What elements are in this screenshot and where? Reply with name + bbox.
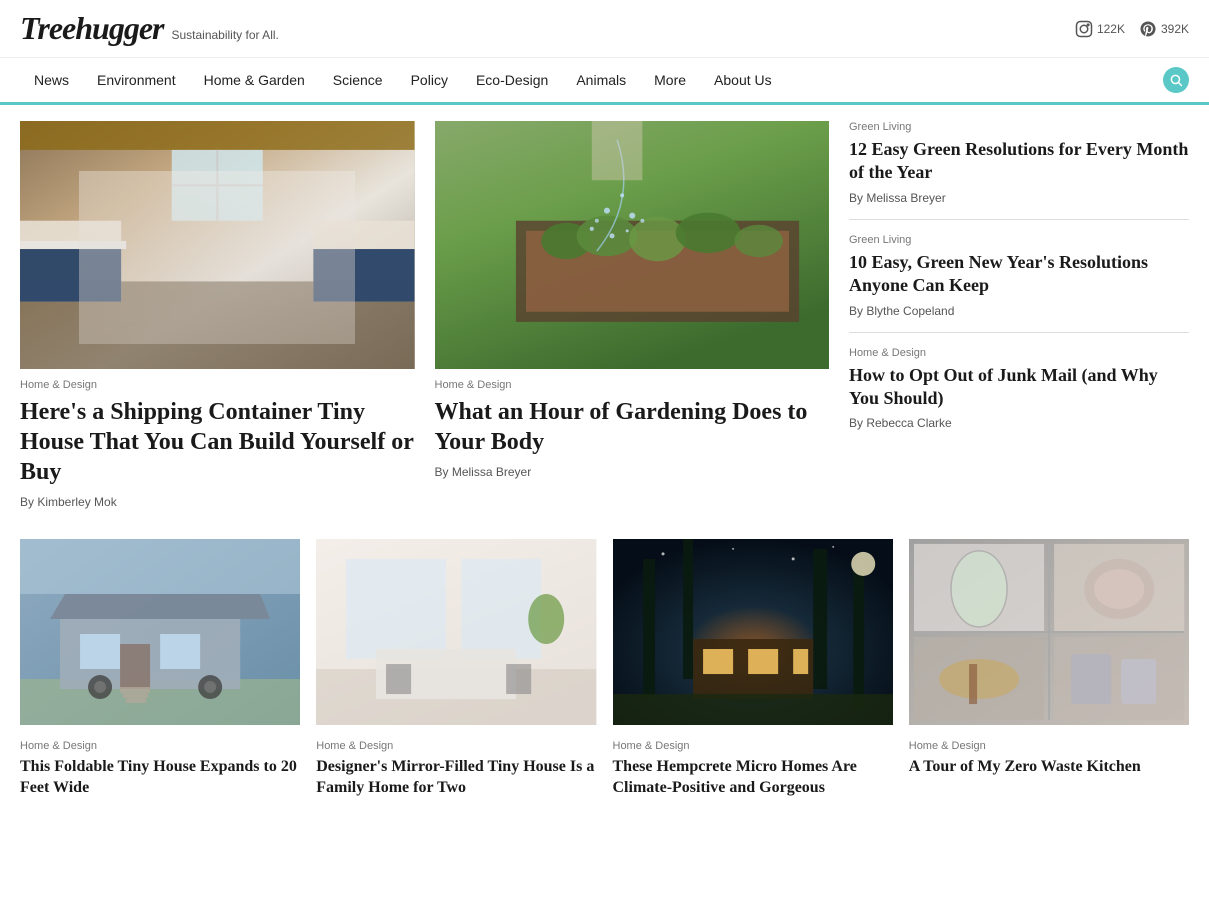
instagram-link[interactable]: 122K [1075,20,1125,38]
bottom-card-0: Home & Design This Foldable Tiny House E… [20,539,300,799]
instagram-count: 122K [1097,22,1125,36]
nav-policy[interactable]: Policy [397,58,462,102]
featured-article-center: Home & Design What an Hour of Gardening … [435,121,830,509]
featured-center-title[interactable]: What an Hour of Gardening Does to Your B… [435,397,830,457]
instagram-icon [1075,20,1093,38]
pinterest-icon [1139,20,1157,38]
nav-search-area [1163,67,1189,93]
featured-left-author: By Kimberley Mok [20,495,415,509]
bottom-card-3-title[interactable]: A Tour of My Zero Waste Kitchen [909,757,1189,778]
bottom-card-0-title[interactable]: This Foldable Tiny House Expands to 20 F… [20,757,300,799]
bottom-card-3: Home & Design A Tour of My Zero Waste Ki… [909,539,1189,799]
sidebar-0-author: By Melissa Breyer [849,191,1189,205]
bottom-card-2-category: Home & Design [613,740,893,752]
bottom-card-1-title[interactable]: Designer's Mirror-Filled Tiny House Is a… [316,757,596,799]
sidebar-articles: Green Living 12 Easy Green Resolutions f… [849,121,1189,509]
sidebar-2-category: Home & Design [849,347,1189,359]
sidebar-article-2: Home & Design How to Opt Out of Junk Mai… [849,333,1189,445]
bottom-card-0-image [20,539,300,730]
main-content: Home & Design Here's a Shipping Containe… [0,105,1209,815]
sidebar-1-category: Green Living [849,234,1189,246]
sidebar-2-title[interactable]: How to Opt Out of Junk Mail (and Why You… [849,364,1189,411]
nav-home-garden[interactable]: Home & Garden [190,58,319,102]
site-tagline: Sustainability for All. [171,28,278,42]
nav-eco-design[interactable]: Eco-Design [462,58,562,102]
featured-left-title[interactable]: Here's a Shipping Container Tiny House T… [20,397,415,487]
featured-article-left: Home & Design Here's a Shipping Containe… [20,121,415,509]
bottom-card-1: Home & Design Designer's Mirror-Filled T… [316,539,596,799]
featured-left-image [20,121,415,369]
bottom-card-1-category: Home & Design [316,740,596,752]
nav-environment[interactable]: Environment [83,58,190,102]
site-header: Treehugger Sustainability for All. 122K … [0,0,1209,58]
nav-about[interactable]: About Us [700,58,786,102]
top-articles-grid: Home & Design Here's a Shipping Containe… [20,121,1189,509]
nav-science[interactable]: Science [319,58,397,102]
bottom-articles-grid: Home & Design This Foldable Tiny House E… [20,539,1189,799]
sidebar-article-1: Green Living 10 Easy, Green New Year's R… [849,220,1189,333]
site-logo[interactable]: Treehugger [20,10,163,47]
search-button[interactable] [1163,67,1189,93]
sidebar-article-0: Green Living 12 Easy Green Resolutions f… [849,121,1189,220]
sidebar-0-title[interactable]: 12 Easy Green Resolutions for Every Mont… [849,138,1189,185]
sidebar-1-title[interactable]: 10 Easy, Green New Year's Resolutions An… [849,251,1189,298]
sidebar-0-category: Green Living [849,121,1189,133]
nav-animals[interactable]: Animals [562,58,640,102]
search-icon [1169,73,1183,87]
pinterest-count: 392K [1161,22,1189,36]
nav-more[interactable]: More [640,58,700,102]
bottom-card-3-image [909,539,1189,730]
bottom-card-2: Home & Design These Hempcrete Micro Home… [613,539,893,799]
nav-news[interactable]: News [20,58,83,102]
bottom-card-3-category: Home & Design [909,740,1189,752]
bottom-card-2-image [613,539,893,730]
logo-area: Treehugger Sustainability for All. [20,10,279,47]
bottom-card-0-category: Home & Design [20,740,300,752]
pinterest-link[interactable]: 392K [1139,20,1189,38]
featured-left-category: Home & Design [20,379,415,391]
featured-center-image [435,121,830,369]
social-icons-area: 122K 392K [1075,20,1189,38]
featured-center-category: Home & Design [435,379,830,391]
main-nav: News Environment Home & Garden Science P… [0,58,1209,105]
featured-center-author: By Melissa Breyer [435,465,830,479]
bottom-card-2-title[interactable]: These Hempcrete Micro Homes Are Climate-… [613,757,893,799]
sidebar-1-author: By Blythe Copeland [849,304,1189,318]
bottom-card-1-image [316,539,596,730]
sidebar-2-author: By Rebecca Clarke [849,416,1189,430]
